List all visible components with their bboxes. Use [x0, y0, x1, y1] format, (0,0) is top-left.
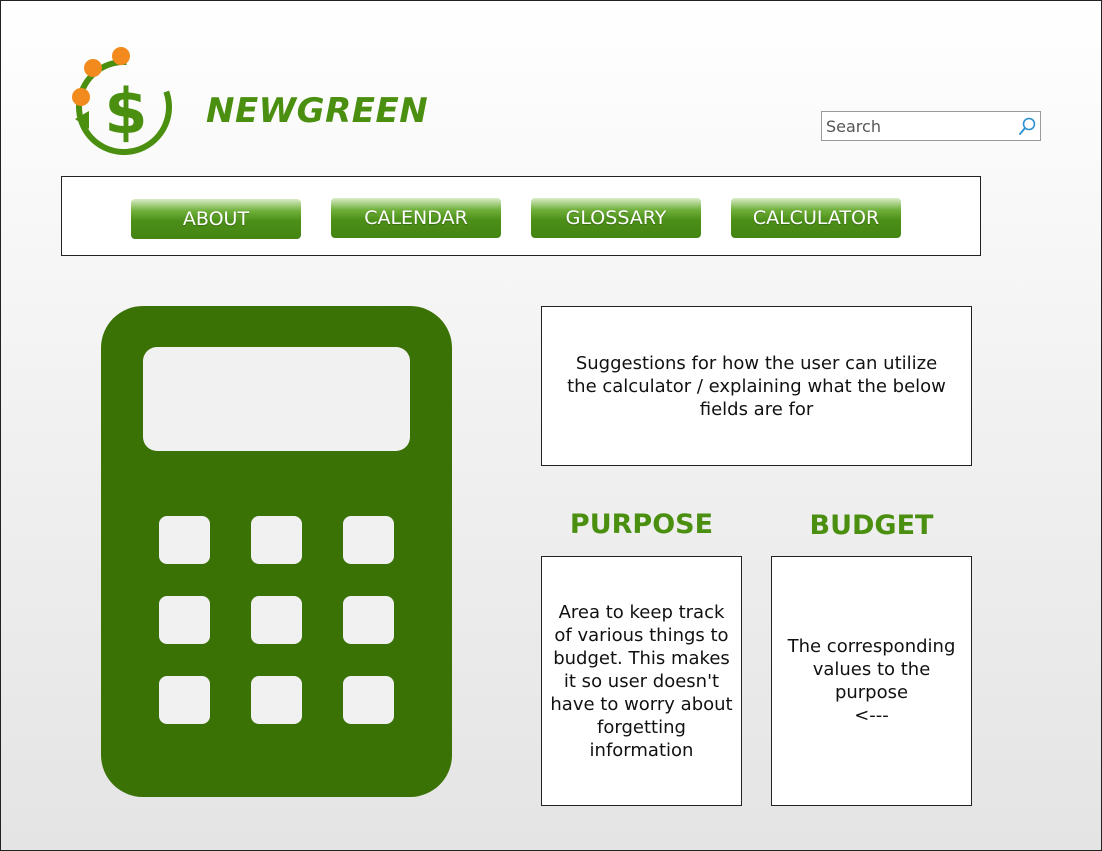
nav-calendar-button[interactable]: CALENDAR: [331, 198, 501, 238]
purpose-heading: PURPOSE: [569, 509, 714, 540]
nav-glossary-button[interactable]: GLOSSARY: [531, 198, 701, 238]
nav-about-button[interactable]: ABOUT: [131, 199, 301, 239]
calculator-suggestions: Suggestions for how the user can utilize…: [541, 306, 972, 466]
search-box[interactable]: [821, 111, 1041, 141]
nav-calculator-button[interactable]: CALCULATOR: [731, 198, 901, 238]
svg-text:$: $: [104, 75, 147, 148]
purpose-field[interactable]: Area to keep track of various things to …: [541, 556, 742, 806]
search-input[interactable]: [822, 112, 1020, 140]
budget-heading: BUDGET: [809, 510, 934, 541]
dollar-cycle-logo-icon: $: [72, 47, 172, 155]
brand-name: NEWGREEN: [206, 91, 429, 131]
budget-field[interactable]: The corresponding values to the purpose …: [771, 556, 972, 806]
calculator-icon: [101, 306, 452, 797]
search-icon[interactable]: [1017, 116, 1037, 136]
page: $ NEWGREEN ABOUT CALENDAR GLOSSARY CALCU…: [0, 0, 1102, 851]
main-nav: ABOUT CALENDAR GLOSSARY CALCULATOR: [61, 176, 981, 256]
